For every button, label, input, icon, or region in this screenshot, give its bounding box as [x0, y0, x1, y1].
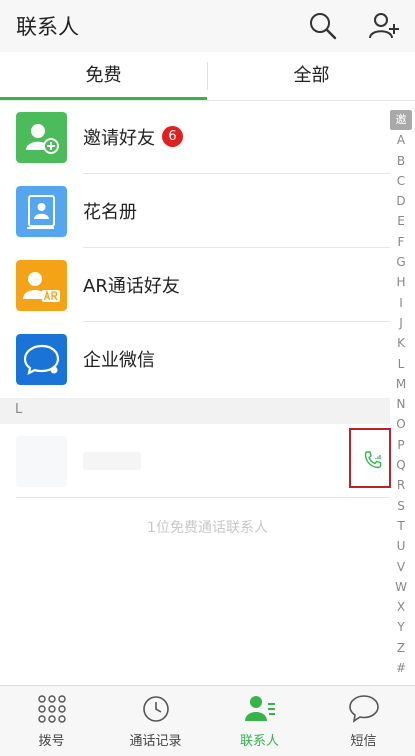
- search-icon[interactable]: [307, 10, 339, 42]
- index-letter[interactable]: Q: [390, 455, 412, 475]
- list-item-label: AR通话好友: [83, 276, 180, 297]
- nav-label: 短信: [350, 734, 377, 749]
- list-item-label: 企业微信: [83, 350, 155, 371]
- wecom-icon: [16, 334, 67, 385]
- roster-book-icon: [16, 186, 67, 237]
- index-letter[interactable]: B: [390, 151, 412, 171]
- nav-sms[interactable]: 短信: [312, 686, 415, 756]
- index-letter[interactable]: V: [390, 557, 412, 577]
- tab-all[interactable]: 全部: [208, 52, 415, 100]
- index-letter[interactable]: P: [390, 435, 412, 455]
- nav-label: 通话记录: [129, 734, 182, 749]
- avatar: [16, 436, 67, 487]
- list-item-invite-friends[interactable]: 邀请好友: [0, 100, 390, 174]
- index-letter[interactable]: R: [390, 475, 412, 495]
- index-letter[interactable]: U: [390, 536, 412, 556]
- index-letter[interactable]: I: [390, 293, 412, 313]
- index-letter[interactable]: 邀: [390, 110, 412, 131]
- index-letter[interactable]: G: [390, 252, 412, 272]
- contact-row[interactable]: [0, 424, 390, 498]
- nav-label: 拨号: [38, 734, 65, 749]
- divider: [16, 497, 390, 498]
- bottom-nav: 拨号 通话记录 联系人 短信: [0, 685, 415, 756]
- index-letter[interactable]: O: [390, 414, 412, 434]
- index-letter[interactable]: S: [390, 496, 412, 516]
- nav-call-history[interactable]: 通话记录: [104, 686, 207, 756]
- index-letter[interactable]: H: [390, 272, 412, 292]
- top-bar: 联系人: [0, 0, 415, 52]
- index-letter[interactable]: M: [390, 374, 412, 394]
- list-item-roster[interactable]: 花名册: [0, 174, 390, 248]
- index-letter[interactable]: K: [390, 333, 412, 353]
- index-letter[interactable]: T: [390, 516, 412, 536]
- section-letter: L: [15, 402, 23, 417]
- index-letter[interactable]: W: [390, 577, 412, 597]
- message-icon: [349, 695, 379, 723]
- index-letter[interactable]: J: [390, 313, 412, 333]
- page-title: 联系人: [16, 15, 79, 39]
- alphabet-index[interactable]: 邀 A B C D E F G H I J K L M N O P Q R S T U V W X Y Z #: [390, 110, 412, 678]
- nav-label: 联系人: [239, 734, 279, 749]
- index-letter[interactable]: D: [390, 191, 412, 211]
- index-letter[interactable]: F: [390, 232, 412, 252]
- index-letter[interactable]: X: [390, 597, 412, 617]
- contact-name-blurred: [83, 452, 141, 470]
- nav-contacts[interactable]: 联系人: [208, 686, 311, 756]
- index-letter[interactable]: L: [390, 354, 412, 374]
- tab-bar: 免费 全部: [0, 52, 415, 101]
- dialpad-icon: [38, 695, 66, 723]
- list-item-label: 邀请好友: [83, 128, 155, 149]
- nav-dial[interactable]: 拨号: [0, 686, 103, 756]
- add-contact-icon[interactable]: [368, 10, 400, 42]
- list-item-ar-call[interactable]: AR通话好友: [0, 248, 390, 322]
- index-letter[interactable]: N: [390, 394, 412, 414]
- tab-free[interactable]: 免费: [0, 52, 207, 100]
- contact-count-note: 1位免费通话联系人: [147, 520, 268, 536]
- unread-badge: 6: [162, 126, 183, 147]
- clock-icon: [143, 696, 169, 722]
- list-item-wecom[interactable]: 企业微信: [0, 322, 390, 396]
- index-letter[interactable]: E: [390, 211, 412, 231]
- invite-friend-icon: [16, 112, 67, 163]
- index-letter[interactable]: Z: [390, 638, 412, 658]
- index-letter[interactable]: C: [390, 171, 412, 191]
- section-header: L: [0, 398, 390, 424]
- index-letter[interactable]: A: [390, 130, 412, 150]
- index-letter[interactable]: #: [390, 658, 412, 678]
- index-letter[interactable]: Y: [390, 617, 412, 637]
- contacts-icon: [245, 696, 275, 721]
- ar-call-icon: [16, 260, 67, 311]
- highlight-box: [349, 428, 391, 488]
- list-item-label: 花名册: [83, 202, 137, 223]
